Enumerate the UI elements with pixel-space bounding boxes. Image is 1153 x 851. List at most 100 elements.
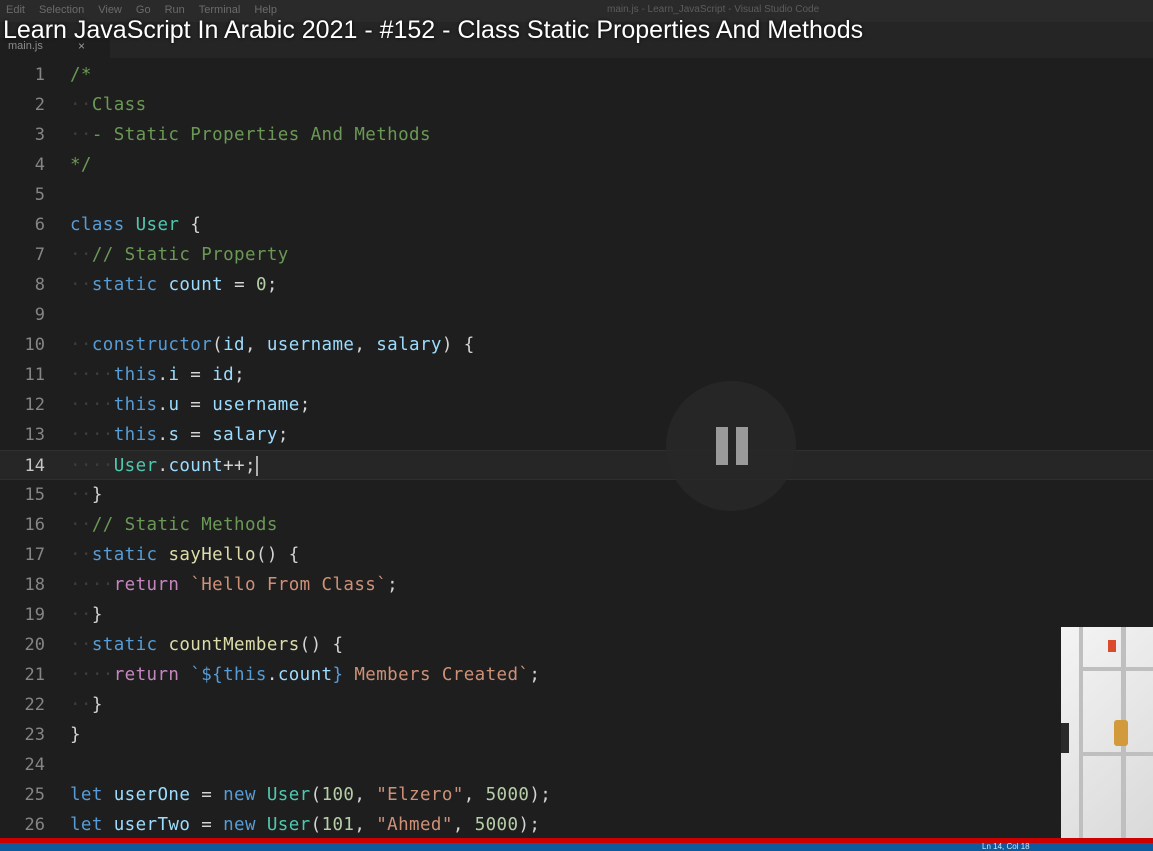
- comment: // Static Property: [91, 245, 289, 265]
- line-number: 1: [34, 65, 45, 85]
- code-text: ··// Static Property: [70, 245, 289, 265]
- code-line-current: 14 ····User.count++;: [0, 450, 1153, 480]
- code-text: ··}: [70, 485, 103, 505]
- status-bar: Ln 14, Col 18: [0, 843, 1153, 851]
- code-line: 16 ··// Static Methods: [0, 510, 1153, 540]
- comment: // Static Methods: [91, 515, 278, 535]
- code-line: 1 /*: [0, 60, 1153, 90]
- code-line: 7 ··// Static Property: [0, 240, 1153, 270]
- menu-view[interactable]: View: [98, 4, 122, 16]
- code-text: class User {: [70, 215, 202, 235]
- code-line: 20 ··static countMembers() {: [0, 630, 1153, 660]
- menu-selection[interactable]: Selection: [39, 4, 84, 16]
- code-text: ····this.i = id;: [70, 365, 245, 385]
- pause-icon: [716, 427, 728, 465]
- code-line: 23}: [0, 720, 1153, 750]
- video-title: Learn JavaScript In Arabic 2021 - #152 -…: [3, 16, 864, 44]
- pause-button[interactable]: [666, 381, 796, 511]
- line-number: 26: [24, 815, 45, 835]
- code-line: 22 ··}: [0, 690, 1153, 720]
- comment: - Static Properties And Methods: [91, 125, 431, 145]
- shelf-figure: [1114, 720, 1128, 746]
- code-text: ··static count = 0;: [70, 275, 278, 295]
- menu-edit[interactable]: Edit: [6, 4, 25, 16]
- menu-terminal[interactable]: Terminal: [199, 4, 241, 16]
- comment: */: [70, 155, 92, 175]
- code-text: ··Class: [70, 95, 147, 115]
- line-number: 22: [24, 695, 45, 715]
- comment: Class: [91, 95, 147, 115]
- line-number: 18: [24, 575, 45, 595]
- menu-run[interactable]: Run: [165, 4, 185, 16]
- code-line: 18 ····return `Hello From Class`;: [0, 570, 1153, 600]
- pause-icon-bar: [736, 427, 748, 465]
- code-line: 8 ··static count = 0;: [0, 270, 1153, 300]
- line-number: 4: [34, 155, 45, 175]
- line-number: 25: [24, 785, 45, 805]
- code-text: ····return `${this.count} Members Create…: [70, 665, 541, 685]
- code-line: 9: [0, 300, 1153, 330]
- code-line: 6 class User {: [0, 210, 1153, 240]
- code-line: 4 */: [0, 150, 1153, 180]
- line-number: 9: [34, 305, 45, 325]
- code-text: */: [70, 155, 92, 175]
- line-number: 23: [24, 725, 45, 745]
- line-number: 10: [24, 335, 45, 355]
- code-line: 15 ··}: [0, 480, 1153, 510]
- line-number: 19: [24, 605, 45, 625]
- code-text: ··}: [70, 695, 103, 715]
- line-number: 6: [34, 215, 45, 235]
- code-line: 19 ··}: [0, 600, 1153, 630]
- code-text: let userTwo = new User(101, "Ahmed", 500…: [70, 815, 541, 835]
- code-line: 11 ····this.i = id;: [0, 360, 1153, 390]
- code-line: 13 ····this.s = salary;: [0, 420, 1153, 450]
- code-text: let userOne = new User(100, "Elzero", 50…: [70, 785, 552, 805]
- line-number: 7: [34, 245, 45, 265]
- window-title: main.js - Learn_JavaScript - Visual Stud…: [607, 4, 820, 15]
- line-number: 3: [34, 125, 45, 145]
- code-line: 21 ····return `${this.count} Members Crea…: [0, 660, 1153, 690]
- line-number: 8: [34, 275, 45, 295]
- line-number: 5: [34, 185, 45, 205]
- code-text: ····User.count++;: [70, 456, 258, 476]
- line-number: 15: [24, 485, 45, 505]
- line-number: 14: [24, 456, 45, 476]
- text-cursor: [255, 456, 258, 476]
- code-text: ····this.u = username;: [70, 395, 311, 415]
- webcam-overlay: [1061, 627, 1153, 840]
- line-number: 21: [24, 665, 45, 685]
- line-number: 16: [24, 515, 45, 535]
- code-text: ··- Static Properties And Methods: [70, 125, 431, 145]
- code-text: ····return `Hello From Class`;: [70, 575, 399, 595]
- code-line: 2 ··Class: [0, 90, 1153, 120]
- code-line: 10 ··constructor(id, username, salary) {: [0, 330, 1153, 360]
- code-text: ··// Static Methods: [70, 515, 278, 535]
- cursor-position[interactable]: Ln 14, Col 18: [982, 843, 1030, 851]
- line-number: 11: [24, 365, 45, 385]
- comment: /*: [70, 65, 92, 85]
- code-text: ··static countMembers() {: [70, 635, 344, 655]
- shelf-figure: [1108, 640, 1116, 652]
- code-line: 12 ····this.u = username;: [0, 390, 1153, 420]
- menu-help[interactable]: Help: [254, 4, 277, 16]
- menu-go[interactable]: Go: [136, 4, 151, 16]
- code-text: ··constructor(id, username, salary) {: [70, 335, 475, 355]
- code-line: 24: [0, 750, 1153, 780]
- code-line: 3 ··- Static Properties And Methods: [0, 120, 1153, 150]
- line-number: 2: [34, 95, 45, 115]
- line-number: 24: [24, 755, 45, 775]
- code-line: 25 let userOne = new User(100, "Elzero", …: [0, 780, 1153, 810]
- line-number: 12: [24, 395, 45, 415]
- code-text: /*: [70, 65, 92, 85]
- code-line: 17 ··static sayHello() {: [0, 540, 1153, 570]
- code-text: }: [70, 725, 81, 745]
- line-number: 17: [24, 545, 45, 565]
- code-line: 26 let userTwo = new User(101, "Ahmed", 5…: [0, 810, 1153, 840]
- code-line: 5: [0, 180, 1153, 210]
- line-number: 20: [24, 635, 45, 655]
- code-text: ····this.s = salary;: [70, 425, 289, 445]
- code-text: ··}: [70, 605, 103, 625]
- code-editor[interactable]: 1 /* 2 ··Class 3 ··- Static Properties And …: [0, 60, 1153, 840]
- code-text: ··static sayHello() {: [70, 545, 300, 565]
- line-number: 13: [24, 425, 45, 445]
